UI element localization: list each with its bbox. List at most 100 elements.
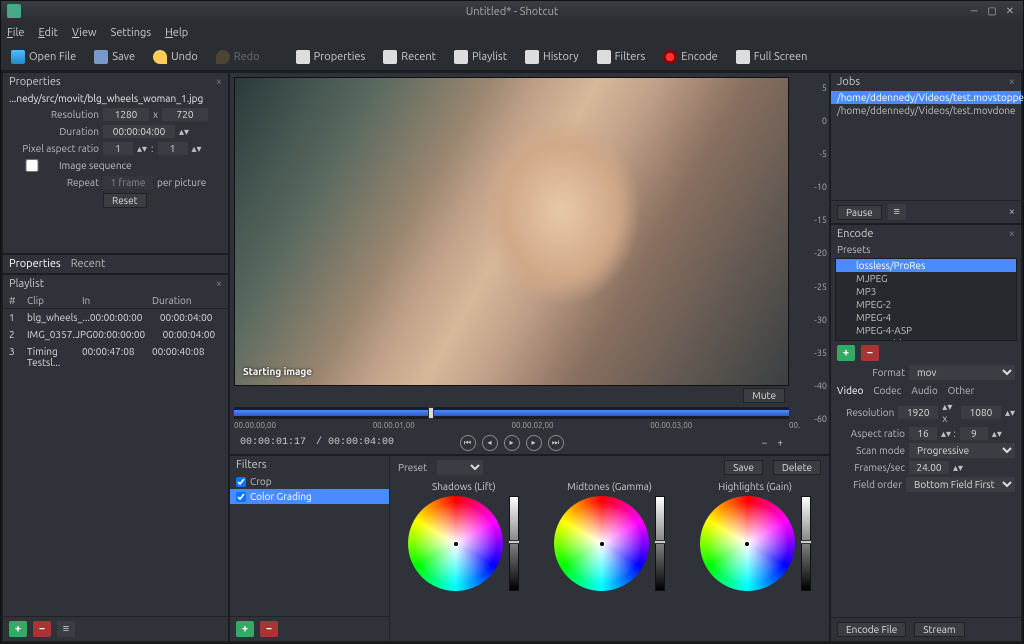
scrub-thumb[interactable] [428, 407, 434, 419]
aspect-den-input[interactable] [960, 427, 988, 440]
close-icon[interactable]: ✕ [1003, 4, 1017, 18]
filter-remove-button[interactable]: − [260, 621, 278, 637]
playlist-row[interactable]: 3Timing Testsl...00:00:47:0800:00:40:08 [3, 343, 228, 371]
preset-item[interactable]: MJPEG [836, 272, 1016, 285]
resolution-height-input[interactable] [162, 108, 208, 121]
spinner-icon[interactable]: ▴▾ [192, 143, 202, 155]
presets-list[interactable]: lossless/ProResMJPEGMP3MPEG-2MPEG-4MPEG-… [835, 258, 1017, 341]
open-file-button[interactable]: Open File [7, 48, 80, 66]
prev-frame-button[interactable]: ◂ [482, 435, 498, 451]
jobs-pause-button[interactable]: Pause [837, 205, 882, 220]
close-icon[interactable]: × [216, 76, 222, 88]
undo-button[interactable]: Undo [149, 48, 202, 66]
preset-select[interactable] [437, 460, 483, 475]
close-icon[interactable]: × [1009, 228, 1015, 240]
redo-icon [216, 50, 230, 64]
highlights-wheel[interactable] [700, 496, 795, 591]
menu-settings[interactable]: Settings [111, 27, 152, 39]
preset-item[interactable]: Ogg Vorbis [836, 337, 1016, 341]
menu-view[interactable]: View [72, 27, 97, 39]
image-sequence-checkbox[interactable] [9, 159, 55, 172]
scrub-bar[interactable] [234, 407, 789, 419]
filter-add-button[interactable]: + [236, 621, 254, 637]
playlist-row[interactable]: 2IMG_0357.JPG00:00:00:0000:00:04:00 [3, 326, 228, 343]
zoom-out-icon[interactable]: − [762, 437, 768, 448]
playlist-button[interactable]: Playlist [450, 48, 511, 66]
reset-button[interactable]: Reset [103, 193, 147, 208]
resolution-width-input[interactable] [103, 108, 149, 121]
zoom-in-icon[interactable]: + [777, 437, 783, 448]
fullscreen-button[interactable]: Full Screen [732, 48, 812, 66]
close-icon[interactable]: × [1009, 76, 1015, 88]
shadows-wheel[interactable] [408, 496, 503, 591]
properties-button[interactable]: Properties [292, 48, 370, 66]
scan-mode-select[interactable]: Progressive [909, 443, 1015, 458]
preview-canvas[interactable]: Starting image [234, 77, 789, 386]
skip-end-button[interactable]: ⏭ [548, 435, 564, 451]
preset-remove-button[interactable]: − [861, 345, 879, 361]
tab-recent[interactable]: Recent [71, 258, 106, 270]
history-button[interactable]: History [521, 48, 583, 66]
filter-item[interactable]: Crop [230, 474, 389, 489]
playlist-remove-button[interactable]: − [33, 621, 51, 637]
starting-image-label: Starting image [243, 366, 312, 377]
menu-edit[interactable]: Edit [38, 27, 58, 39]
filter-checkbox[interactable] [236, 492, 246, 502]
tab-codec[interactable]: Codec [873, 385, 901, 396]
preset-save-button[interactable]: Save [724, 460, 763, 475]
filters-button[interactable]: Filters [593, 48, 650, 66]
midtones-slider[interactable] [655, 496, 665, 591]
preset-item[interactable]: MPEG-4-ASP [836, 324, 1016, 337]
menu-help[interactable]: Help [165, 27, 188, 39]
encode-button[interactable]: Encode [659, 48, 721, 66]
next-frame-button[interactable]: ▸ [526, 435, 542, 451]
preset-item[interactable]: lossless/ProRes [836, 259, 1016, 272]
filter-item[interactable]: Color Grading [230, 489, 389, 504]
job-row[interactable]: /home/ddennedy/Videos/test.movdone [831, 104, 1021, 117]
enc-width-input[interactable] [898, 406, 938, 419]
job-row[interactable]: /home/ddennedy/Videos/test.movstopped [831, 91, 1021, 104]
aspect-num-input[interactable] [909, 427, 937, 440]
close-icon[interactable]: × [1009, 206, 1015, 218]
tab-properties[interactable]: Properties [9, 258, 61, 270]
recent-button[interactable]: Recent [379, 48, 440, 66]
preset-delete-button[interactable]: Delete [773, 460, 821, 475]
par-num-input[interactable] [103, 142, 133, 155]
enc-height-input[interactable] [961, 406, 1001, 419]
format-select[interactable]: mov [909, 365, 1015, 380]
presets-label: Presets [831, 243, 1021, 256]
preset-item[interactable]: MPEG-4 [836, 311, 1016, 324]
menu-file[interactable]: File [7, 27, 24, 39]
playlist-row[interactable]: 1blg_wheels_...00:00:00:0000:00:04:00 [3, 309, 228, 326]
spinner-icon[interactable]: ▴▾ [179, 126, 189, 138]
midtones-wheel[interactable] [554, 496, 649, 591]
maximize-icon[interactable]: ▢ [985, 4, 999, 18]
stream-button[interactable]: Stream [914, 622, 964, 637]
redo-button[interactable]: Redo [212, 48, 264, 66]
fps-input[interactable] [909, 461, 949, 474]
playlist-menu-button[interactable]: ≡ [57, 621, 75, 637]
tab-audio[interactable]: Audio [911, 385, 937, 396]
play-button[interactable]: ▸ [504, 435, 520, 451]
tab-other[interactable]: Other [948, 385, 975, 396]
par-den-input[interactable] [158, 142, 188, 155]
highlights-slider[interactable] [801, 496, 811, 591]
spinner-icon[interactable]: ▴▾ [137, 143, 147, 155]
field-order-select[interactable]: Bottom Field First [906, 477, 1015, 492]
preset-item[interactable]: MPEG-2 [836, 298, 1016, 311]
playlist-add-button[interactable]: + [9, 621, 27, 637]
preset-item[interactable]: MP3 [836, 285, 1016, 298]
duration-input[interactable] [103, 125, 175, 138]
jobs-menu-button[interactable]: ≡ [888, 204, 906, 220]
mute-button[interactable]: Mute [743, 388, 785, 403]
timecode-current[interactable]: 00:00:01:17 [240, 437, 306, 448]
tab-video[interactable]: Video [837, 385, 863, 396]
filter-checkbox[interactable] [236, 477, 246, 487]
preset-add-button[interactable]: + [837, 345, 855, 361]
encode-file-button[interactable]: Encode File [837, 622, 906, 637]
save-button[interactable]: Save [90, 48, 139, 66]
shadows-slider[interactable] [509, 496, 519, 591]
close-icon[interactable]: × [216, 278, 222, 290]
minimize-icon[interactable]: ─ [967, 4, 981, 18]
skip-start-button[interactable]: ⏮ [460, 435, 476, 451]
